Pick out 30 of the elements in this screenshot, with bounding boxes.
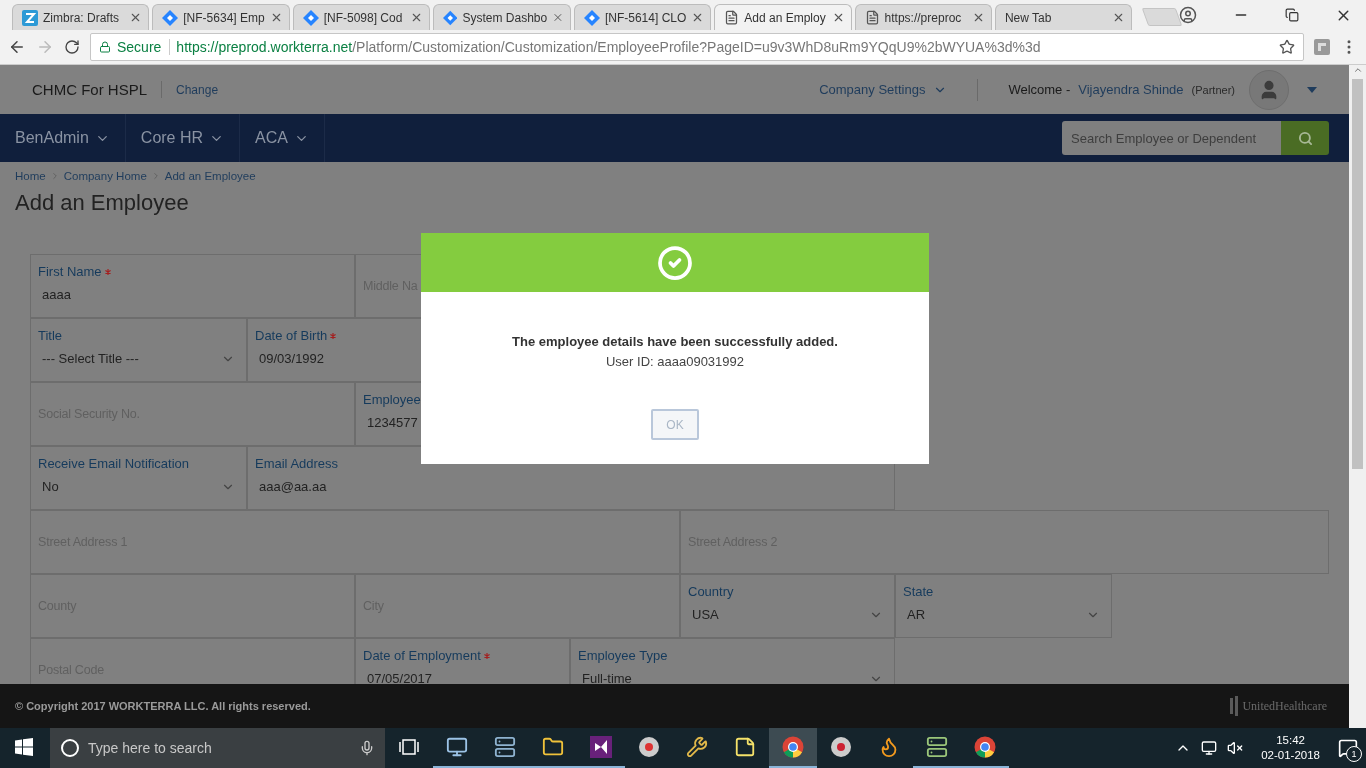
- field-label: Employee Type: [578, 648, 668, 663]
- dialog-detail: User ID: aaaa09031992: [605, 354, 744, 369]
- field-value: USA: [692, 607, 719, 622]
- company-name: CHMC For HSPL: [32, 81, 162, 98]
- field-value: AR: [907, 607, 926, 622]
- secure-label: Secure: [117, 39, 171, 55]
- field-value: 1234577: [367, 415, 418, 430]
- field-label: Title: [38, 328, 63, 343]
- field-label: Country: [688, 584, 734, 599]
- field-label: Employee: [363, 392, 421, 407]
- field-value: aaaa: [42, 287, 71, 302]
- field-label: First Name: [38, 264, 111, 279]
- field-value: aaa@aa.aa: [259, 479, 327, 494]
- field-value: --- Select Title ---: [42, 351, 139, 366]
- brand-name: UnitedHealthcare: [1242, 698, 1327, 714]
- field-label: Date of Birth: [255, 328, 337, 343]
- copyright-text: © Copyright 2017 WORKTERRA LLC. All rights reserved.: [15, 700, 311, 712]
- field-value: 07/05/2017: [367, 671, 433, 684]
- field-label: Date of Employment: [363, 648, 490, 663]
- field-value: No: [42, 479, 59, 494]
- url-text: https://preprod.workterra.net/Platform/Customization/Customization/EmployeeProfile?PageID=u9v3WhD8uRm9YQqU9%2bWYUA%3d%3d: [176, 39, 1042, 55]
- field-label: Email Address: [255, 456, 339, 471]
- page-title: Add an Employee: [15, 190, 190, 216]
- field-label: State: [903, 584, 934, 599]
- field-value: 09/03/1992: [259, 351, 325, 366]
- dialog-message: The employee details have been successfully added.: [512, 334, 838, 349]
- welcome-label: Welcome -: [1008, 82, 1071, 97]
- field-value: Full-time: [582, 671, 632, 684]
- field-label: Receive Email Notification: [38, 456, 189, 471]
- user-role: (Partner): [1191, 83, 1235, 96]
